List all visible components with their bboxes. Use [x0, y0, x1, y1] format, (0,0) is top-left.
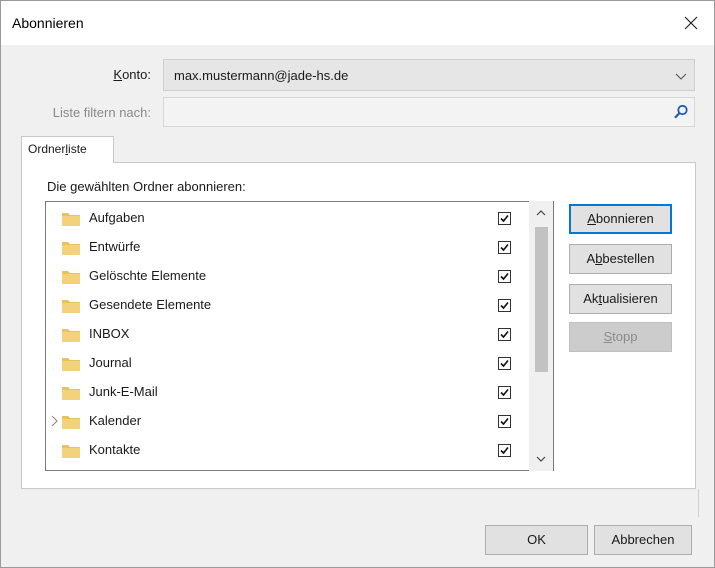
checkmark-icon	[500, 243, 509, 252]
subscribe-dialog: Abonnieren Konto: max.mustermann@jade-hs…	[0, 0, 715, 568]
folder-icon	[62, 387, 80, 400]
dialog-title: Abonnieren	[12, 15, 84, 31]
subscribe-checkbox[interactable]	[498, 241, 511, 254]
subscribe-checkbox[interactable]	[498, 357, 511, 370]
folder-row[interactable]: Kalender	[46, 407, 530, 436]
folder-name: Junk-E-Mail	[89, 384, 158, 399]
folder-name: Kalender	[89, 413, 142, 428]
filter-input[interactable]	[163, 97, 695, 127]
tab-label-pre: Ordner	[28, 142, 66, 156]
ok-button[interactable]: OK	[485, 525, 588, 555]
folder-icon	[62, 445, 80, 458]
checkmark-icon	[500, 330, 509, 339]
folder-name: Gesendete Elemente	[89, 297, 212, 312]
subscribe-checkbox[interactable]	[498, 386, 511, 399]
stop-button[interactable]: Stopp	[569, 322, 672, 352]
checkmark-icon	[500, 272, 509, 281]
account-dropdown[interactable]: max.mustermann@jade-hs.de	[163, 59, 695, 91]
checkmark-icon	[500, 446, 509, 455]
subscribe-checkbox[interactable]	[498, 212, 511, 225]
checkmark-icon	[500, 214, 509, 223]
folder-icon	[62, 242, 80, 255]
stop-rest: topp	[612, 329, 638, 344]
checkmark-icon	[500, 359, 509, 368]
account-label: Konto:	[61, 67, 151, 82]
account-label-accel: K	[113, 67, 123, 82]
scroll-up-button[interactable]	[529, 201, 553, 225]
subscribe-checkbox[interactable]	[498, 270, 511, 283]
folder-row[interactable]: Entwürfe	[46, 233, 530, 262]
folder-tree-scrollbar[interactable]	[529, 201, 553, 471]
refresh-pre: Ak	[583, 291, 599, 306]
folder-icon	[62, 329, 80, 342]
subscribe-checkbox[interactable]	[498, 328, 511, 341]
scroll-down-button[interactable]	[529, 447, 553, 471]
subscribe-rest: bonnieren	[595, 211, 654, 226]
folder-name: Gelöschte Elemente	[89, 268, 207, 283]
filter-label: Liste filtern nach:	[52, 105, 151, 120]
folder-row[interactable]: Journal	[46, 349, 530, 378]
account-label-rest: onto:	[122, 67, 151, 82]
folder-tree[interactable]: Aufgaben Entwürfe Gelöschte Elemente Gesend…	[45, 201, 554, 471]
subscribe-button[interactable]: Abonnieren	[569, 204, 672, 234]
folder-row[interactable]: Aufgaben	[46, 204, 530, 233]
checkmark-icon	[500, 417, 509, 426]
subscribe-checkbox[interactable]	[498, 444, 511, 457]
checkmark-icon	[500, 301, 509, 310]
subscribe-checkbox[interactable]	[498, 415, 511, 428]
subscribe-checkbox[interactable]	[498, 299, 511, 312]
chevron-right-icon[interactable]	[50, 415, 60, 427]
folder-icon	[62, 213, 80, 226]
cancel-button[interactable]: Abbrechen	[594, 525, 692, 555]
stop-accel: S	[603, 329, 613, 344]
folder-name: INBOX	[89, 326, 130, 341]
tab-folder-list[interactable]: Ordnerliste	[21, 136, 114, 163]
close-icon	[684, 16, 698, 30]
resize-divider	[698, 489, 699, 517]
refresh-rest: ualisieren	[602, 291, 658, 306]
folder-icon	[62, 358, 80, 371]
folder-row[interactable]: Gelöschte Elemente	[46, 262, 530, 291]
folder-row[interactable]: Kontakte	[46, 436, 530, 465]
chevron-down-icon	[675, 73, 687, 80]
folder-icon	[62, 300, 80, 313]
folder-row[interactable]: INBOX	[46, 320, 530, 349]
folder-name: Entwürfe	[89, 239, 141, 254]
unsubscribe-pre: A	[586, 251, 596, 266]
folder-name: Journal	[89, 355, 132, 370]
folder-icon	[62, 271, 80, 284]
folder-list-caption: Die gewählten Ordner abonnieren:	[47, 179, 246, 194]
chevron-down-icon	[536, 456, 546, 462]
title-bar: Abonnieren	[1, 1, 714, 45]
checkmark-icon	[500, 388, 509, 397]
subscribe-accel: A	[587, 211, 596, 226]
scroll-thumb[interactable]	[535, 227, 548, 372]
account-value: max.mustermann@jade-hs.de	[174, 68, 349, 83]
folder-icon	[62, 416, 80, 429]
chevron-up-icon	[536, 210, 546, 216]
folder-row[interactable]: Junk-E-Mail	[46, 378, 530, 407]
unsubscribe-rest: bestellen	[602, 251, 655, 266]
search-icon[interactable]	[673, 104, 689, 120]
refresh-button[interactable]: Aktualisieren	[569, 284, 672, 314]
tab-folder-list-label: Ordnerliste	[28, 142, 87, 156]
tab-label-post: iste	[68, 142, 87, 156]
folder-row[interactable]: Gesendete Elemente	[46, 291, 530, 320]
folder-name: Aufgaben	[89, 210, 145, 225]
close-button[interactable]	[668, 1, 714, 45]
folder-name: Kontakte	[89, 442, 141, 457]
unsubscribe-button[interactable]: Abbestellen	[569, 244, 672, 274]
